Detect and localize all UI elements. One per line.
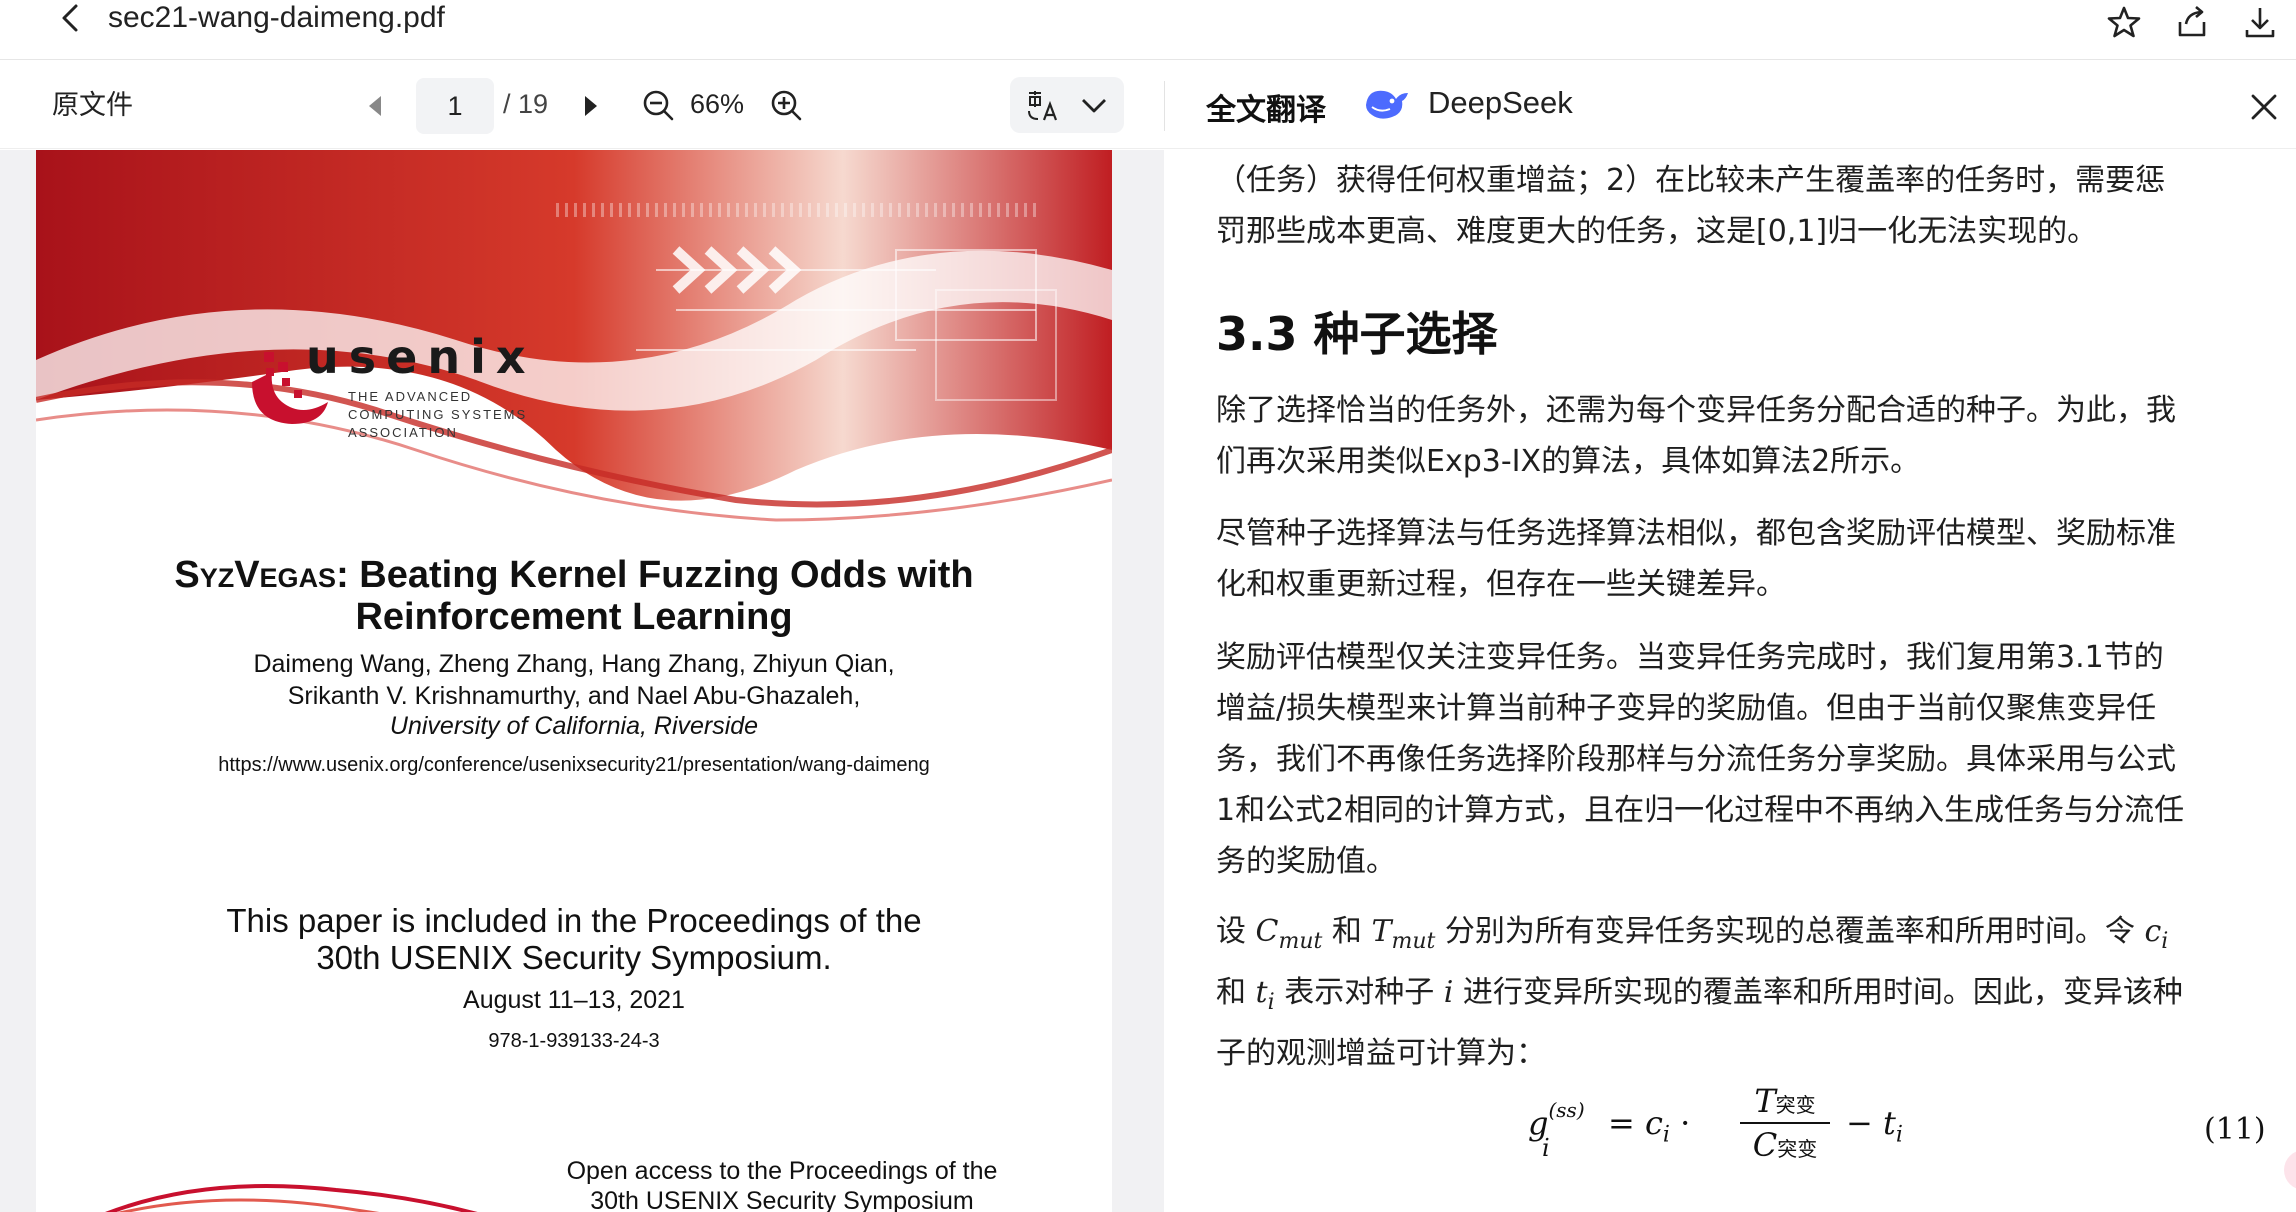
translation-paragraph-2: 尽管种子选择算法与任务选择算法相似，都包含奖励评估模型、奖励标准 化和权重更新过… (1216, 508, 2256, 610)
usenix-banner-graphic (36, 150, 1112, 522)
math-T: T (1371, 914, 1392, 949)
math-t: t (1255, 975, 1268, 1010)
p3-line-4: 1和公式2相同的计算方式，且在归一化过程中不再纳入生成任务与分流任 (1216, 793, 2185, 828)
p3-line-3: 务，我们不再像任务选择阶段那样与分流任务分享奖励。具体采用与公式 (1216, 742, 2176, 777)
paper-affiliation: University of California, Riverside (389, 712, 759, 740)
formula-C: C (1752, 1126, 1778, 1164)
zoom-level: 66% (690, 89, 745, 119)
translation-paragraph-0: （任务）获得任何权重增益；2）在比较未产生覆盖率的任务时，需要惩 罚那些成本更高… (1216, 155, 2256, 257)
star-icon[interactable] (2104, 2, 2144, 42)
full-translation-title: 全文翻译 (1206, 94, 1326, 127)
page-total: / 19 (503, 89, 549, 119)
formula-dot: · (1680, 1104, 1691, 1142)
proceedings-line-2: 30th USENIX Security Symposium. (316, 939, 832, 976)
math-c: c (2144, 914, 2162, 949)
math-C: C (1255, 914, 1279, 949)
math-sub-i-1: i (2161, 929, 2169, 954)
symposium-date: August 11–13, 2021 (463, 986, 685, 1014)
formula-minus-t: − t (1846, 1104, 1896, 1142)
paper-authors: Daimeng Wang, Zheng Zhang, Hang Zhang, Z… (36, 648, 1112, 712)
section-heading: 3.3 种子选择 (1216, 307, 1498, 361)
translation-pane[interactable]: （任务）获得任何权重增益；2）在比较未产生覆盖率的任务时，需要惩 罚那些成本更高… (1164, 150, 2296, 1212)
page-number-input[interactable]: 1 (416, 78, 494, 134)
authors-line-1: Daimeng Wang, Zheng Zhang, Hang Zhang, Z… (253, 650, 895, 678)
p4-text-b: 和 (1322, 914, 1372, 949)
translate-lang-icon (1028, 91, 1058, 121)
deepseek-logo-icon (1362, 83, 1412, 123)
zoom-out-icon[interactable] (640, 87, 676, 123)
p3-line-1: 奖励评估模型仅关注变异任务。当变异任务完成时，我们复用第3.1节的 (1216, 640, 2164, 675)
paper-url[interactable]: https://www.usenix.org/conference/usenix… (36, 754, 1112, 777)
p3-line-2: 增益/损失模型来计算当前种子变异的奖励值。但由于当前仅聚焦变异任 (1216, 691, 2157, 726)
p4-line2-c: 进行变异所实现的覆盖率和所用时间。因此，变异该种 (1453, 975, 2183, 1010)
math-sub-i-2: i (1267, 990, 1275, 1015)
math-seed-i: i (1443, 975, 1454, 1010)
paper-title-system: SyzVegas (174, 554, 337, 596)
viewer-toolbar: 原文件 1 / 19 66% 全文翻译 DeepSeek (0, 61, 2296, 149)
original-file-tab[interactable]: 原文件 (52, 83, 133, 122)
original-pdf-pane[interactable]: usenix THE ADVANCED COMPUTING SYSTEMS AS… (0, 150, 1164, 1212)
p1-line-1: 除了选择恰当的任务外，还需为每个变异任务分配合适的种子。为此，我 (1216, 393, 2176, 428)
isbn: 978-1-939133-24-3 (488, 1030, 660, 1052)
chevron-down-icon (1082, 99, 1106, 113)
formula-sub-i-t: i (1895, 1122, 1903, 1148)
translation-paragraph-4: 设 Cmut 和 Tmut 分别为所有变异任务实现的总覆盖率和所用时间。令 ci… (1216, 906, 2256, 1079)
p1-line-2: 们再次采用类似Exp3-IX的算法，具体如算法2所示。 (1216, 444, 1921, 479)
formula-T-sub: 突变 (1775, 1093, 1816, 1117)
bottom-swoosh-graphic (105, 1184, 478, 1212)
p4-line2-b: 表示对种子 (1274, 975, 1444, 1010)
p4-line2-a: 和 (1216, 975, 1256, 1010)
paper-title-line2: Reinforcement Learning (355, 596, 793, 638)
paper-title-rest: : Beating Kernel Fuzzing Odds with (336, 554, 974, 596)
download-icon[interactable] (2240, 2, 2280, 42)
open-access-line-1: Open access to the Proceedings of the (566, 1157, 998, 1185)
zoom-in-icon[interactable] (768, 87, 804, 123)
proceedings-line-1: This paper is included in the Proceeding… (226, 902, 922, 939)
equation-number: (11) (2204, 1112, 2266, 1147)
engine-name: DeepSeek (1428, 85, 1573, 120)
formula-T: T (1754, 1082, 1776, 1120)
back-arrow-icon[interactable] (52, 0, 88, 36)
title-bar: sec21-wang-daimeng.pdf (0, 0, 2296, 60)
translation-paragraph-3: 奖励评估模型仅关注变异任务。当变异任务完成时，我们复用第3.1节的 增益/损失模… (1216, 632, 2256, 887)
p3-line-5: 务的奖励值。 (1216, 844, 1396, 879)
share-icon[interactable] (2172, 2, 2212, 42)
open-access-note: Open access to the Proceedings of the 30… (542, 1156, 1022, 1212)
formula-sub-i-c: i (1662, 1122, 1670, 1148)
fraction-bar (1740, 1122, 1830, 1124)
math-sub-mut-1: mut (1278, 929, 1323, 954)
pdf-page: usenix THE ADVANCED COMPUTING SYSTEMS AS… (36, 150, 1112, 1212)
proceedings-note: This paper is included in the Proceeding… (36, 902, 1112, 976)
authors-line-2: Srikanth V. Krishnamurthy, and Nael Abu-… (287, 682, 861, 710)
p4-text-c: 分别为所有变异任务实现的总覆盖率和所用时间。令 (1435, 914, 2145, 949)
file-name: sec21-wang-daimeng.pdf (108, 1, 445, 34)
p4-line-3: 子的观测增益可计算为： (1216, 1036, 1546, 1071)
close-icon[interactable] (2246, 89, 2282, 125)
usenix-wordmark: usenix (306, 330, 536, 384)
formula-C-sub: 突变 (1777, 1137, 1818, 1161)
toolbar-divider (1164, 81, 1165, 131)
formula-eq-c: = c (1608, 1104, 1663, 1142)
open-access-line-2: 30th USENIX Security Symposium (590, 1187, 974, 1212)
p2-line-1: 尽管种子选择算法与任务选择算法相似，都包含奖励评估模型、奖励标准 (1216, 516, 2176, 551)
math-sub-mut-2: mut (1391, 929, 1436, 954)
p0-line-1: （任务）获得任何权重增益；2）在比较未产生覆盖率的任务时，需要惩 (1216, 163, 2166, 198)
formula-sup: (ss) (1548, 1098, 1585, 1122)
translation-paragraph-1: 除了选择恰当的任务外，还需为每个变异任务分配合适的种子。为此，我 们再次采用类似… (1216, 385, 2256, 487)
formula-sub-i: i (1542, 1134, 1550, 1162)
translate-language-select[interactable] (1010, 77, 1124, 133)
p0-line-2: 罚那些成本更高、难度更大的任务，这是[0,1]归一化无法实现的。 (1216, 214, 2098, 249)
p2-line-2: 化和权重更新过程，但存在一些关键差异。 (1216, 567, 1786, 602)
prev-page-icon[interactable] (358, 89, 392, 123)
paper-title: SyzVegas: Beating Kernel Fuzzing Odds wi… (36, 554, 1112, 638)
next-page-icon[interactable] (574, 89, 608, 123)
p4-text-a: 设 (1216, 914, 1256, 949)
usenix-tagline: THE ADVANCED COMPUTING SYSTEMS ASSOCIATI… (348, 389, 528, 440)
